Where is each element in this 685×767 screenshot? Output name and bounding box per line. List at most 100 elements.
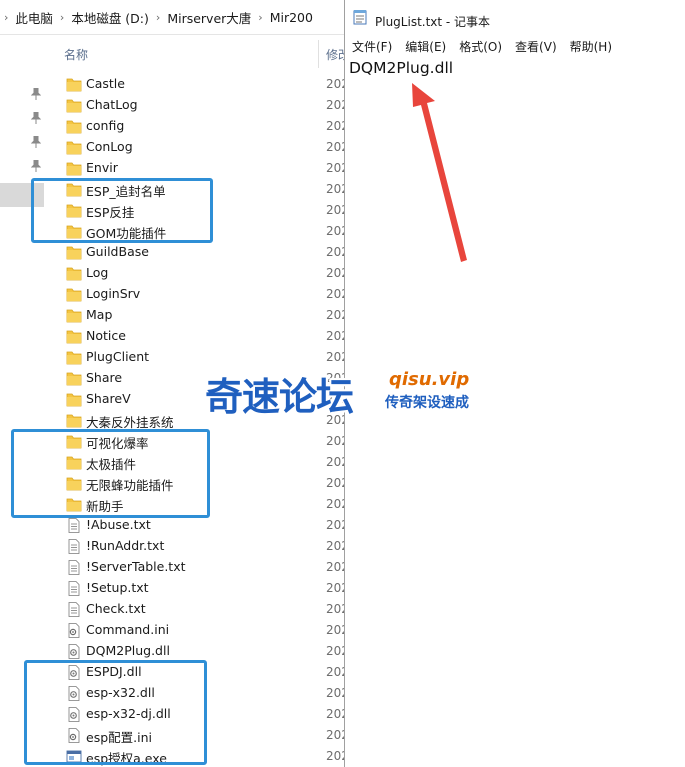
file-date: 202 — [326, 161, 345, 175]
chevron-right-icon: › — [4, 10, 9, 24]
folder-icon — [66, 77, 82, 92]
file-date: 202 — [326, 497, 345, 511]
notepad-icon — [353, 10, 367, 25]
file-row[interactable]: Check.txt 202 — [0, 599, 345, 620]
folder-icon — [66, 329, 82, 344]
file-date: 202 — [326, 728, 345, 742]
file-date: 202 — [326, 539, 345, 553]
folder-icon — [66, 98, 82, 113]
file-row[interactable]: Notice 202 — [0, 326, 345, 347]
menu-file[interactable]: 文件(F) — [345, 38, 398, 58]
txt-file-icon — [66, 518, 82, 533]
txt-file-icon — [66, 560, 82, 575]
file-date: 202 — [326, 77, 345, 91]
file-row[interactable]: DQM2Plug.dll 202 — [0, 641, 345, 662]
file-date: 202 — [326, 602, 345, 616]
menu-edit[interactable]: 编辑(E) — [398, 38, 452, 58]
file-row[interactable]: ConLog 202 — [0, 137, 345, 158]
file-name: Castle — [86, 76, 125, 91]
menu-format[interactable]: 格式(O) — [452, 38, 508, 58]
txt-file-icon — [66, 602, 82, 617]
file-date: 202 — [326, 245, 345, 259]
menu-help[interactable]: 帮助(H) — [563, 38, 618, 58]
breadcrumb[interactable]: › 此电脑 › 本地磁盘 (D:) › Mirserver大唐 › Mir200 — [0, 0, 345, 35]
file-date: 202 — [326, 350, 345, 364]
file-date: 202 — [326, 707, 345, 721]
file-date: 202 — [326, 287, 345, 301]
file-row[interactable]: LoginSrv 202 — [0, 284, 345, 305]
notepad-titlebar[interactable]: PlugList.txt - 记事本 — [345, 0, 685, 36]
folder-icon — [66, 413, 82, 428]
chevron-right-icon: › — [155, 10, 161, 24]
folder-icon — [66, 392, 82, 407]
highlight-box — [24, 660, 207, 765]
file-row[interactable]: config 202 — [0, 116, 345, 137]
file-date: 202 — [326, 686, 345, 700]
column-modified-header[interactable]: 修改 — [326, 46, 345, 63]
file-date: 202 — [326, 644, 345, 658]
file-date: 202 — [326, 434, 345, 448]
column-header: 名称 修改 — [0, 38, 345, 68]
file-name: !Abuse.txt — [86, 517, 151, 532]
file-name: Share — [86, 370, 123, 385]
breadcrumb-item[interactable]: Mirserver大唐 — [164, 8, 254, 27]
column-divider[interactable] — [318, 40, 319, 68]
breadcrumb-item[interactable]: Mir200 — [267, 10, 316, 25]
watermark-title: 奇速论坛 — [205, 374, 354, 419]
menu-view[interactable]: 查看(V) — [508, 38, 563, 58]
watermark-slogan: 传奇架设速成 — [385, 395, 469, 411]
breadcrumb-item[interactable]: 此电脑 — [12, 8, 56, 27]
watermark-domain: qisu.vip — [389, 369, 470, 390]
file-row[interactable]: !Setup.txt 202 — [0, 578, 345, 599]
file-row[interactable]: Command.ini 202 — [0, 620, 345, 641]
file-row[interactable]: GuildBase 202 — [0, 242, 345, 263]
text-editor-content[interactable]: DQM2Plug.dll — [349, 59, 453, 77]
file-name: LoginSrv — [86, 286, 141, 301]
file-date: 202 — [326, 98, 345, 112]
file-name: PlugClient — [86, 349, 150, 364]
file-date: 202 — [326, 518, 345, 532]
file-row[interactable]: !Abuse.txt 202 — [0, 515, 345, 536]
file-date: 202 — [326, 560, 345, 574]
file-date: 202 — [326, 665, 345, 679]
file-row[interactable]: ChatLog 202 — [0, 95, 345, 116]
file-name: Check.txt — [86, 601, 146, 616]
watermark-logo: 奇速论坛 qisu.vip 传奇架设速成 — [205, 366, 495, 419]
file-name: config — [86, 118, 125, 133]
txt-file-icon — [66, 539, 82, 554]
folder-icon — [66, 371, 82, 386]
file-date: 202 — [326, 749, 345, 763]
file-row[interactable]: Castle 202 — [0, 74, 345, 95]
menu-bar: 文件(F) 编辑(E) 格式(O) 查看(V) 帮助(H) — [345, 38, 685, 58]
folder-icon — [66, 350, 82, 365]
file-row[interactable]: !RunAddr.txt 202 — [0, 536, 345, 557]
file-name: DQM2Plug.dll — [86, 643, 170, 658]
folder-icon — [66, 287, 82, 302]
file-name: Map — [86, 307, 113, 322]
txt-file-icon — [66, 581, 82, 596]
file-row[interactable]: Envir 202 — [0, 158, 345, 179]
folder-icon — [66, 119, 82, 134]
file-name: !Setup.txt — [86, 580, 149, 595]
folder-icon — [66, 245, 82, 260]
breadcrumb-item[interactable]: 本地磁盘 (D:) — [68, 8, 152, 27]
file-name: ShareV — [86, 391, 131, 406]
file-row[interactable]: Map 202 — [0, 305, 345, 326]
file-date: 202 — [326, 140, 345, 154]
file-name: ChatLog — [86, 97, 138, 112]
file-row[interactable]: Log 202 — [0, 263, 345, 284]
file-name: Envir — [86, 160, 118, 175]
file-name: Log — [86, 265, 109, 280]
file-date: 202 — [326, 623, 345, 637]
file-date: 202 — [326, 182, 345, 196]
file-date: 202 — [326, 266, 345, 280]
folder-icon — [66, 266, 82, 281]
file-row[interactable]: !ServerTable.txt 202 — [0, 557, 345, 578]
file-row[interactable]: PlugClient 202 — [0, 347, 345, 368]
folder-icon — [66, 140, 82, 155]
folder-icon — [66, 161, 82, 176]
highlight-box — [31, 178, 213, 243]
file-date: 202 — [326, 308, 345, 322]
file-date: 202 — [326, 476, 345, 490]
column-name-header[interactable]: 名称 — [64, 46, 88, 63]
